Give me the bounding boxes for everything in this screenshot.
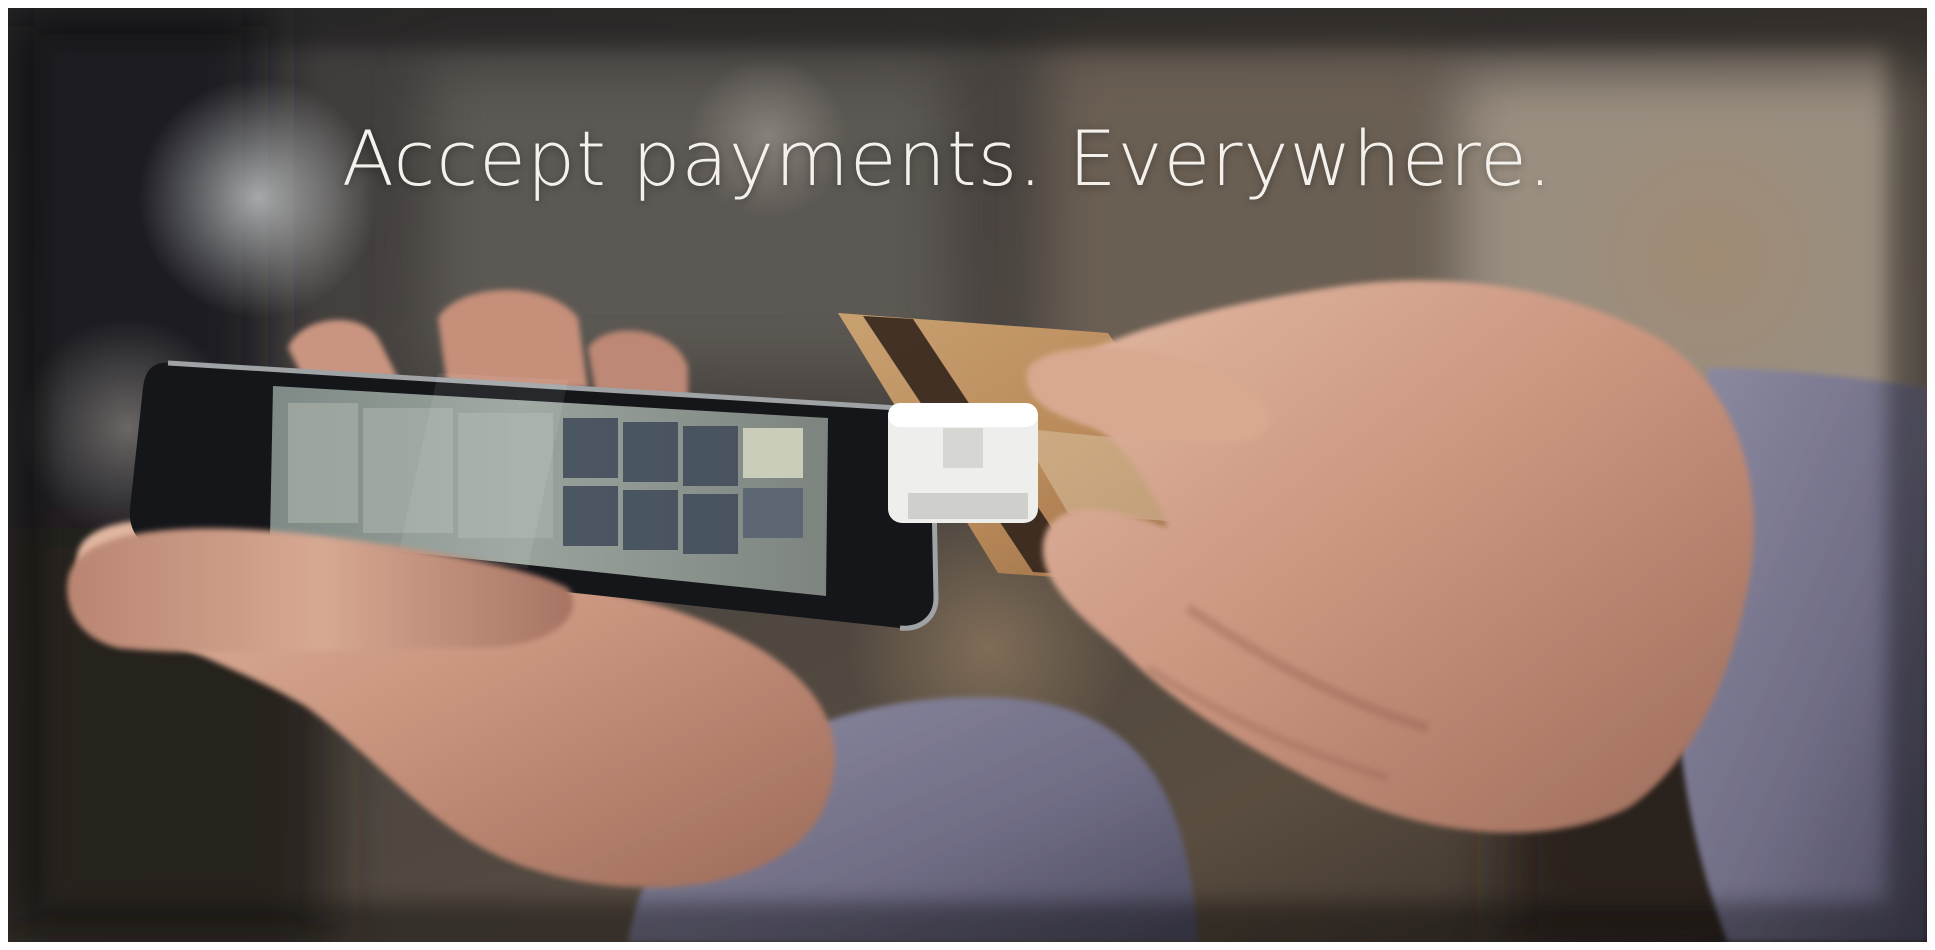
headline: Accept payments. Everywhere. <box>341 114 1554 203</box>
card-reader-dongle <box>888 403 1038 523</box>
hero-banner: Accept payments. Everywhere. <box>8 8 1927 942</box>
